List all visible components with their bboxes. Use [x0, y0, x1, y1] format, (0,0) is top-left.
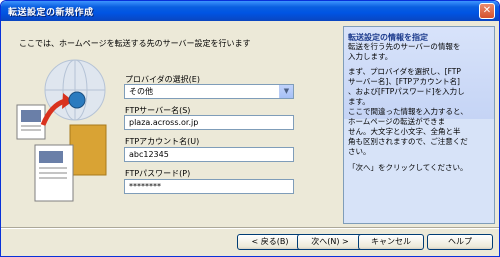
ftp-account-label: FTPアカウント名(U) [125, 137, 200, 146]
ftp-account-input[interactable]: abc12345 [124, 147, 294, 162]
ftp-password-label: FTPパスワード(P) [125, 169, 191, 178]
upload-illustration-icon [16, 59, 107, 202]
info-text-2: まず、プロバイダを選択し、[FTP サーバー名]、[FTPアカウント名] 、およ… [348, 67, 468, 156]
info-text-3: 「次へ」をクリックしてください。 [348, 163, 468, 172]
ftp-server-input[interactable]: plaza.across.or.jp [124, 115, 294, 130]
chevron-down-icon[interactable]: ▼ [279, 85, 293, 98]
dialog-content: ここでは、ホームページを転送する先のサーバー設定を行います プロバイダの選択(E… [5, 23, 495, 226]
provider-select[interactable]: その他 ▼ [124, 84, 294, 99]
back-button[interactable]: < 戻る(B) [237, 234, 303, 250]
title-bar[interactable]: 転送設定の新規作成 ✕ [1, 1, 499, 21]
intro-text: ここでは、ホームページを転送する先のサーバー設定を行います [19, 39, 251, 48]
window-title: 転送設定の新規作成 [8, 8, 94, 18]
close-button[interactable]: ✕ [479, 3, 495, 19]
settings-pane: ここでは、ホームページを転送する先のサーバー設定を行います プロバイダの選択(E… [5, 25, 338, 224]
info-panel: 転送設定の情報を指定 転送を行う先のサーバーの情報を 入力します。 まず、プロバ… [343, 26, 495, 224]
help-button[interactable]: ヘルプ [427, 234, 493, 250]
dialog-window: 転送設定の新規作成 ✕ ここでは、ホームページを転送する先のサーバー設定を行いま… [0, 0, 500, 257]
next-button[interactable]: 次へ(N) > [297, 234, 363, 250]
provider-value: その他 [129, 87, 153, 96]
info-text-1: 転送を行う先のサーバーの情報を 入力します。 [348, 42, 461, 61]
footer-divider [1, 227, 499, 229]
ftp-password-input[interactable]: ******** [124, 179, 294, 194]
cancel-button[interactable]: キャンセル [358, 234, 424, 250]
